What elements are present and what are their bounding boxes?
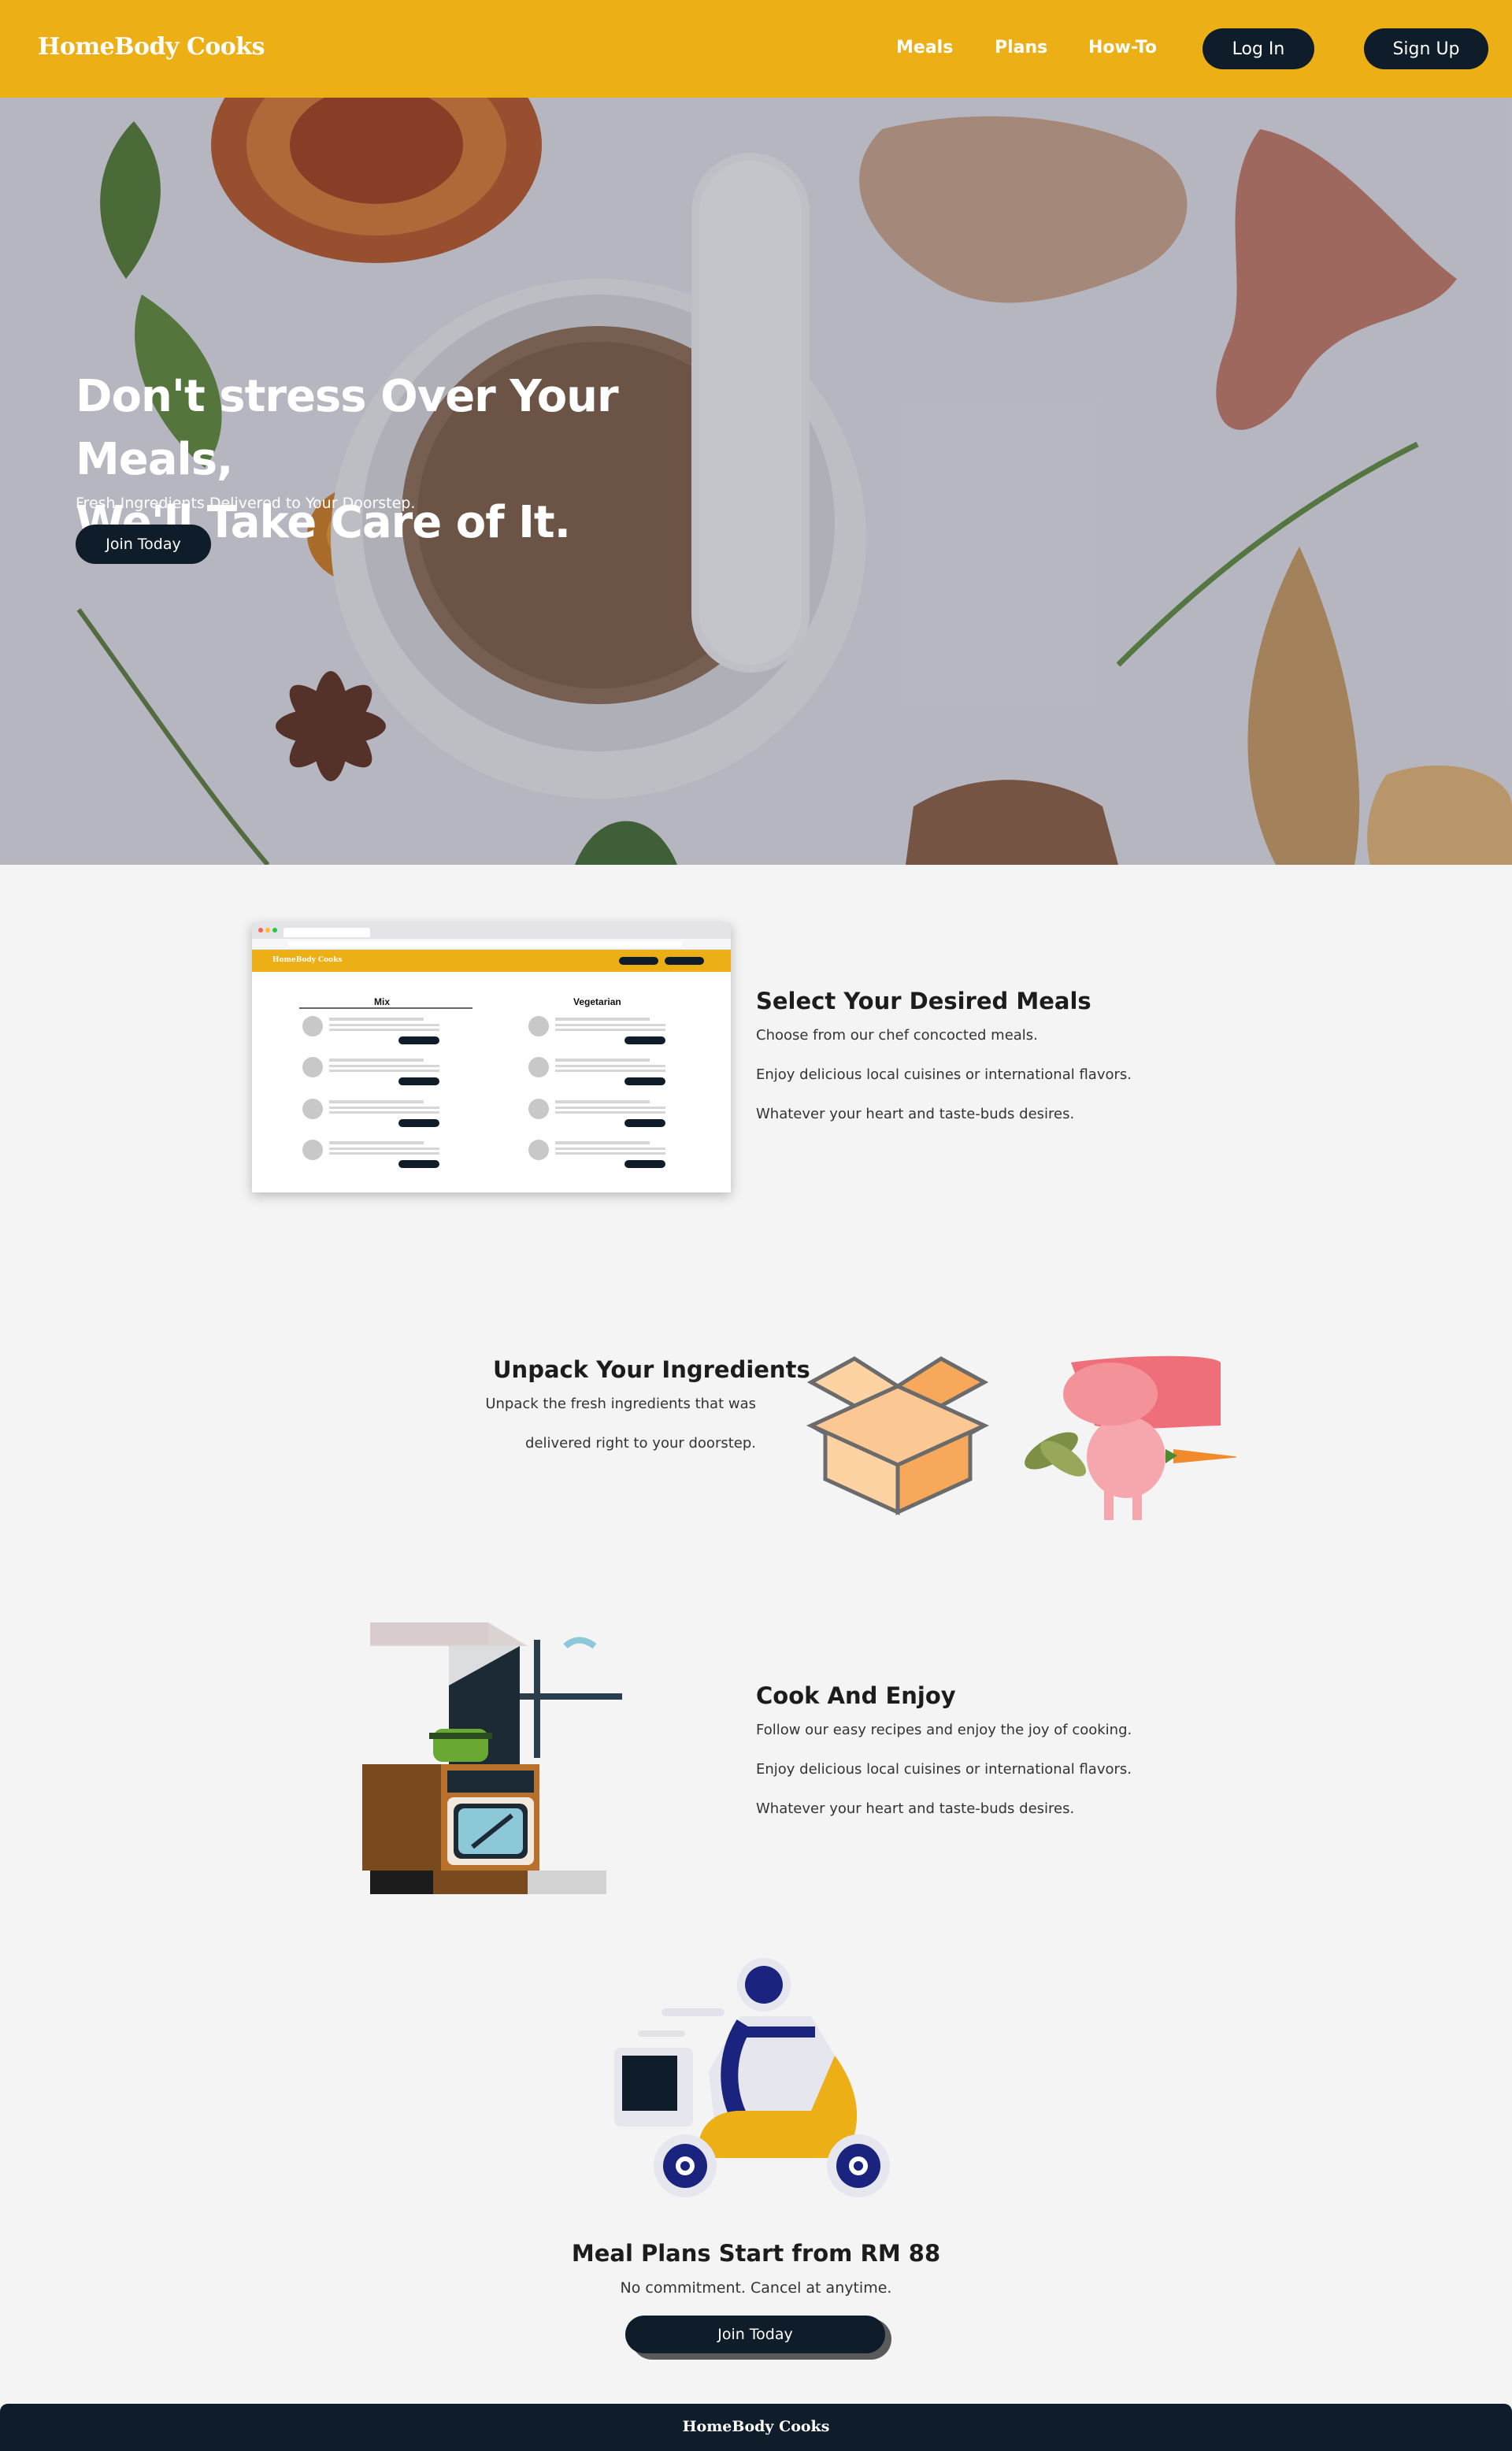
brand-logo[interactable]: HomeBody Cooks	[38, 33, 265, 61]
step-2-line-1: Unpack the fresh ingredients that was	[485, 1396, 756, 1412]
browser-mockup: HomeBody Cooks Mix Vegetarian	[252, 923, 731, 1192]
step-1-line-1: Choose from our chef concocted meals.	[756, 1027, 1038, 1044]
step-2-line-2: delivered right to your doorstep.	[525, 1435, 756, 1452]
footer: HomeBody Cooks	[0, 2404, 1512, 2451]
step-3-line-1: Follow our easy recipes and enjoy the jo…	[756, 1722, 1132, 1738]
step-1-line-3: Whatever your heart and taste-buds desir…	[756, 1106, 1075, 1122]
signup-button[interactable]: Sign Up	[1364, 28, 1488, 69]
nav-link-how-to[interactable]: How-To	[1088, 38, 1157, 57]
hero-title-line-1: Don't stress Over Your Meals,	[76, 371, 619, 485]
cta-subtitle: No commitment. Cancel at anytime.	[620, 2279, 892, 2297]
step-3-title: Cook And Enjoy	[756, 1682, 956, 1709]
login-button[interactable]: Log In	[1203, 28, 1314, 69]
step-3-line-2: Enjoy delicious local cuisines or intern…	[756, 1761, 1132, 1778]
hero-subtitle: Fresh Ingredients Delivered to Your Door…	[76, 495, 416, 512]
step-1-title: Select Your Desired Meals	[756, 988, 1091, 1014]
step-1-line-2: Enjoy delicious local cuisines or intern…	[756, 1066, 1132, 1083]
delivery-scooter-illustration	[614, 1958, 890, 2197]
hero-join-button[interactable]: Join Today	[76, 525, 211, 564]
step-3-line-3: Whatever your heart and taste-buds desir…	[756, 1800, 1075, 1817]
cta-join-button[interactable]: Join Today	[625, 2316, 885, 2353]
ingredients-illustration	[1025, 1355, 1236, 1520]
mockup-meal-list	[302, 1016, 665, 1168]
cta-title: Meal Plans Start from RM 88	[571, 2240, 941, 2267]
nav-link-meals[interactable]: Meals	[896, 38, 953, 57]
nav-link-plans[interactable]: Plans	[995, 38, 1047, 57]
navbar: HomeBody Cooks Meals Plans How-To Log In…	[0, 0, 1512, 98]
hero-section: Don't stress Over Your Meals, We'll Take…	[0, 98, 1512, 865]
footer-brand: HomeBody Cooks	[682, 2418, 830, 2435]
step-2-title: Unpack Your Ingredients	[493, 1356, 810, 1383]
box-icon	[806, 1356, 990, 1515]
unpack-illustration	[806, 1355, 1236, 1520]
kitchen-stove-illustration	[362, 1622, 622, 1894]
